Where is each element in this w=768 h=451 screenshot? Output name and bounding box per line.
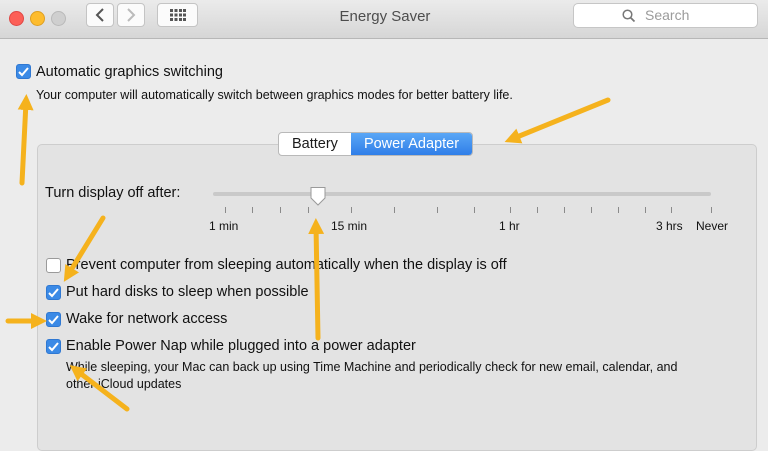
show-all-button[interactable]	[157, 3, 198, 27]
prevent-sleep-checkbox[interactable]	[46, 258, 61, 273]
slider-tick	[437, 207, 438, 213]
prevent-sleep-label: Prevent computer from sleeping automatic…	[66, 257, 507, 273]
power-nap-label: Enable Power Nap while plugged into a po…	[66, 338, 416, 354]
checkmark-icon	[48, 341, 59, 351]
back-button[interactable]	[86, 3, 114, 27]
slider-tick	[591, 207, 592, 213]
tick-label-1-min: 1 min	[209, 219, 239, 233]
power-nap-checkbox[interactable]	[46, 339, 61, 354]
checkmark-icon	[18, 66, 29, 76]
window-title: Energy Saver	[339, 8, 431, 25]
tick-label-1-hr: 1 hr	[499, 219, 520, 233]
wake-network-checkbox[interactable]	[46, 312, 61, 327]
slider-tick	[394, 207, 395, 213]
checkmark-icon	[48, 287, 59, 297]
forward-icon	[127, 8, 136, 22]
auto-graphics-checkbox[interactable]	[16, 64, 31, 79]
slider-tick	[280, 207, 281, 213]
display-off-slider-knob[interactable]	[309, 186, 327, 206]
tick-label-never: Never	[696, 219, 729, 233]
auto-graphics-description: Your computer will automatically switch …	[36, 88, 513, 102]
wake-network-label: Wake for network access	[66, 311, 228, 327]
arrow-annotation	[17, 94, 34, 186]
disk-sleep-checkbox[interactable]	[46, 285, 61, 300]
grid-icon	[169, 9, 186, 21]
search-placeholder: Search	[645, 7, 690, 23]
search-icon	[622, 9, 636, 23]
slider-tick	[252, 207, 253, 213]
tick-label-15-min: 15 min	[331, 219, 368, 233]
slider-tick	[645, 207, 646, 213]
slider-tick	[474, 207, 475, 213]
auto-graphics-label: Automatic graphics switching	[36, 64, 223, 80]
forward-button[interactable]	[117, 3, 145, 27]
slider-tick	[351, 207, 352, 213]
tick-label-3-hrs: 3 hrs	[656, 219, 683, 233]
disk-sleep-label: Put hard disks to sleep when possible	[66, 284, 309, 300]
tab-battery[interactable]: Battery	[279, 133, 351, 155]
zoom-button[interactable]	[51, 11, 66, 26]
display-off-label: Turn display off after:	[45, 185, 181, 201]
slider-tick	[537, 207, 538, 213]
slider-tick	[711, 207, 712, 213]
tab-power-adapter[interactable]: Power Adapter	[350, 133, 473, 155]
slider-tick	[225, 207, 226, 213]
slider-tick	[618, 207, 619, 213]
back-icon	[95, 8, 104, 22]
arrow-annotation	[504, 97, 611, 144]
slider-tick	[308, 207, 309, 213]
checkmark-icon	[48, 314, 59, 324]
display-off-slider-track[interactable]	[213, 192, 711, 196]
source-segmented-control: Battery Power Adapter	[278, 132, 474, 156]
slider-tick	[510, 207, 511, 213]
slider-tick	[671, 207, 672, 213]
slider-tick	[564, 207, 565, 213]
minimize-button[interactable]	[30, 11, 45, 26]
close-button[interactable]	[9, 11, 24, 26]
power-nap-description: While sleeping, your Mac can back up usi…	[66, 360, 678, 391]
search-field[interactable]: Search	[573, 3, 758, 28]
